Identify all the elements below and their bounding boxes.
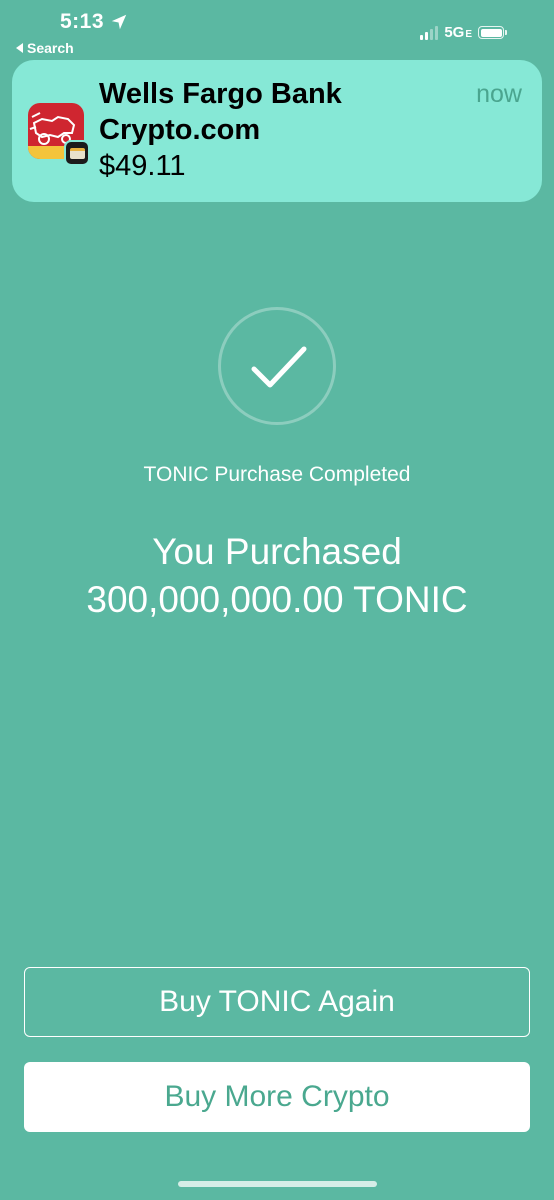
back-label: Search xyxy=(27,40,74,56)
notification-title: Wells Fargo Bank xyxy=(99,78,342,110)
buy-more-crypto-label: Buy More Crypto xyxy=(164,1080,390,1113)
notification-merchant: Crypto.com xyxy=(99,114,261,146)
purchase-summary-heading: You Purchased 300,000,000.00 TONIC xyxy=(0,528,554,624)
buy-again-button[interactable]: Buy TONIC Again xyxy=(24,967,530,1037)
battery-icon xyxy=(478,26,507,39)
time-label: 5:13 xyxy=(60,10,105,33)
buy-again-label: Buy TONIC Again xyxy=(159,985,395,1018)
purchase-status-text: TONIC Purchase Completed xyxy=(143,463,411,486)
purchase-heading-line2: 300,000,000.00 TONIC xyxy=(86,579,468,620)
purchase-heading-line1: You Purchased xyxy=(152,531,402,572)
home-indicator[interactable] xyxy=(178,1181,377,1187)
back-arrow-icon xyxy=(16,43,23,53)
status-indicators: 5G E xyxy=(420,24,507,41)
cellular-signal-icon xyxy=(420,25,439,40)
notification-banner[interactable]: Wells Fargo Bank Crypto.com $49.11 now xyxy=(12,60,542,202)
success-check-icon xyxy=(218,307,336,425)
wallet-icon xyxy=(64,140,90,166)
status-bar-time: 5:13 xyxy=(60,10,128,34)
buy-more-crypto-button[interactable]: Buy More Crypto xyxy=(24,1062,530,1132)
notification-time: now xyxy=(476,80,522,108)
back-to-search-link[interactable]: Search xyxy=(16,40,74,56)
notification-amount: $49.11 xyxy=(99,150,186,182)
location-arrow-icon xyxy=(111,14,127,30)
network-type-label: 5G E xyxy=(444,24,472,41)
